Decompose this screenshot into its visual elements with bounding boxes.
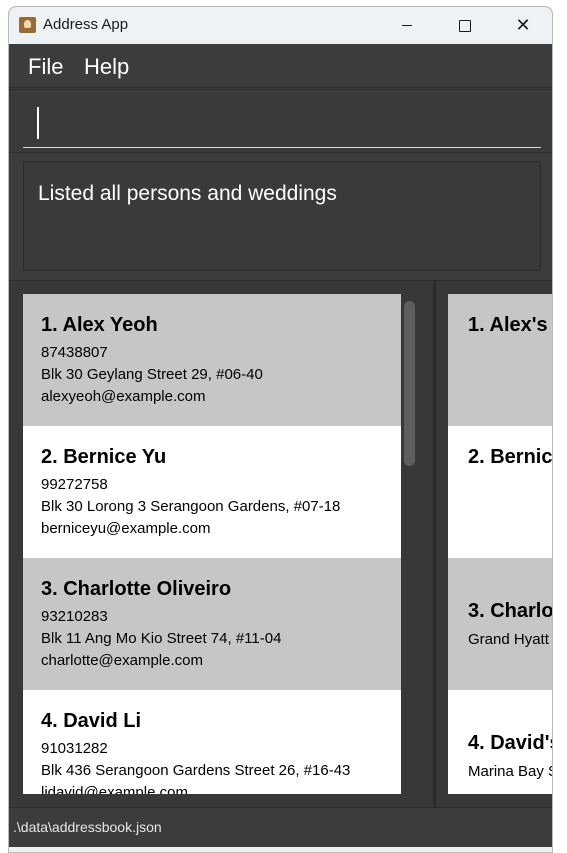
person-email: lidavid@example.com <box>41 784 188 794</box>
menu-file[interactable]: File <box>28 54 63 80</box>
command-box <box>9 89 552 153</box>
wedding-card[interactable]: 1. Alex's V <box>448 294 552 426</box>
app-window: Address App ✕ File Help Listed all perso… <box>8 6 553 853</box>
person-phone: 93210283 <box>41 608 108 625</box>
result-message: Listed all persons and weddings <box>38 182 337 205</box>
window-bottom-edge <box>9 847 552 852</box>
person-name: 2. Bernice Yu <box>41 446 167 468</box>
wedding-name: 2. Bernice <box>468 446 553 468</box>
person-card[interactable]: 1. Alex Yeoh 87438807 Blk 30 Geylang Str… <box>23 294 401 426</box>
person-card[interactable]: 2. Bernice Yu 99272758 Blk 30 Lorong 3 S… <box>23 426 401 558</box>
close-icon: ✕ <box>515 14 531 36</box>
wedding-card[interactable]: 3. Charlot Grand Hyatt <box>448 558 553 690</box>
person-card[interactable]: 4. David Li 91031282 Blk 436 Serangoon G… <box>23 690 401 794</box>
person-address: Blk 436 Serangoon Gardens Street 26, #16… <box>41 762 351 779</box>
close-button[interactable]: ✕ <box>494 7 552 44</box>
person-list-panel: 1. Alex Yeoh 87438807 Blk 30 Geylang Str… <box>9 281 433 807</box>
minimize-icon <box>402 25 412 26</box>
wedding-card[interactable]: 2. Bernice <box>448 426 553 558</box>
window-title: Address App <box>43 16 129 33</box>
person-email: alexyeoh@example.com <box>41 388 206 405</box>
wedding-list-panel: 1. Alex's V 2. Bernice 3. Charlot Grand … <box>436 281 553 807</box>
title-bar[interactable]: Address App ✕ <box>9 7 552 44</box>
person-name: 3. Charlotte Oliveiro <box>41 578 232 600</box>
lists-area: 1. Alex Yeoh 87438807 Blk 30 Geylang Str… <box>9 280 552 807</box>
status-bar: .\data\addressbook.json <box>9 807 552 847</box>
command-input[interactable] <box>23 102 541 148</box>
save-location: .\data\addressbook.json <box>13 819 162 835</box>
maximize-icon <box>459 19 471 32</box>
person-name: 1. Alex Yeoh <box>41 314 158 336</box>
person-address: Blk 30 Geylang Street 29, #06-40 <box>41 366 263 383</box>
wedding-list[interactable]: 1. Alex's V 2. Bernice 3. Charlot Grand … <box>448 294 553 794</box>
person-card[interactable]: 3. Charlotte Oliveiro 93210283 Blk 11 An… <box>23 558 401 690</box>
minimize-button[interactable] <box>378 7 436 44</box>
text-caret <box>37 107 39 139</box>
person-phone: 91031282 <box>41 740 108 757</box>
wedding-name: 1. Alex's V <box>468 314 552 336</box>
person-address: Blk 11 Ang Mo Kio Street 74, #11-04 <box>41 630 282 647</box>
result-box: Listed all persons and weddings <box>23 161 541 271</box>
wedding-location: Marina Bay S <box>468 763 553 780</box>
address-book-icon <box>19 17 36 33</box>
wedding-card[interactable]: 4. David's Marina Bay S <box>448 690 553 794</box>
wedding-name: 4. David's <box>468 732 553 754</box>
menu-help[interactable]: Help <box>84 54 129 80</box>
person-phone: 99272758 <box>41 476 108 493</box>
wedding-location: Grand Hyatt <box>468 631 549 648</box>
person-list-scrollbar[interactable] <box>403 296 415 791</box>
wedding-name: 3. Charlot <box>468 600 553 622</box>
person-list[interactable]: 1. Alex Yeoh 87438807 Blk 30 Geylang Str… <box>23 294 401 794</box>
maximize-button[interactable] <box>436 7 494 44</box>
person-phone: 87438807 <box>41 344 108 361</box>
result-display: Listed all persons and weddings <box>9 154 552 279</box>
scrollbar-thumb[interactable] <box>404 301 415 466</box>
person-email: berniceyu@example.com <box>41 520 211 537</box>
person-name: 4. David Li <box>41 710 142 732</box>
person-email: charlotte@example.com <box>41 652 203 669</box>
menu-bar: File Help <box>9 44 552 88</box>
person-address: Blk 30 Lorong 3 Serangoon Gardens, #07-1… <box>41 498 341 515</box>
